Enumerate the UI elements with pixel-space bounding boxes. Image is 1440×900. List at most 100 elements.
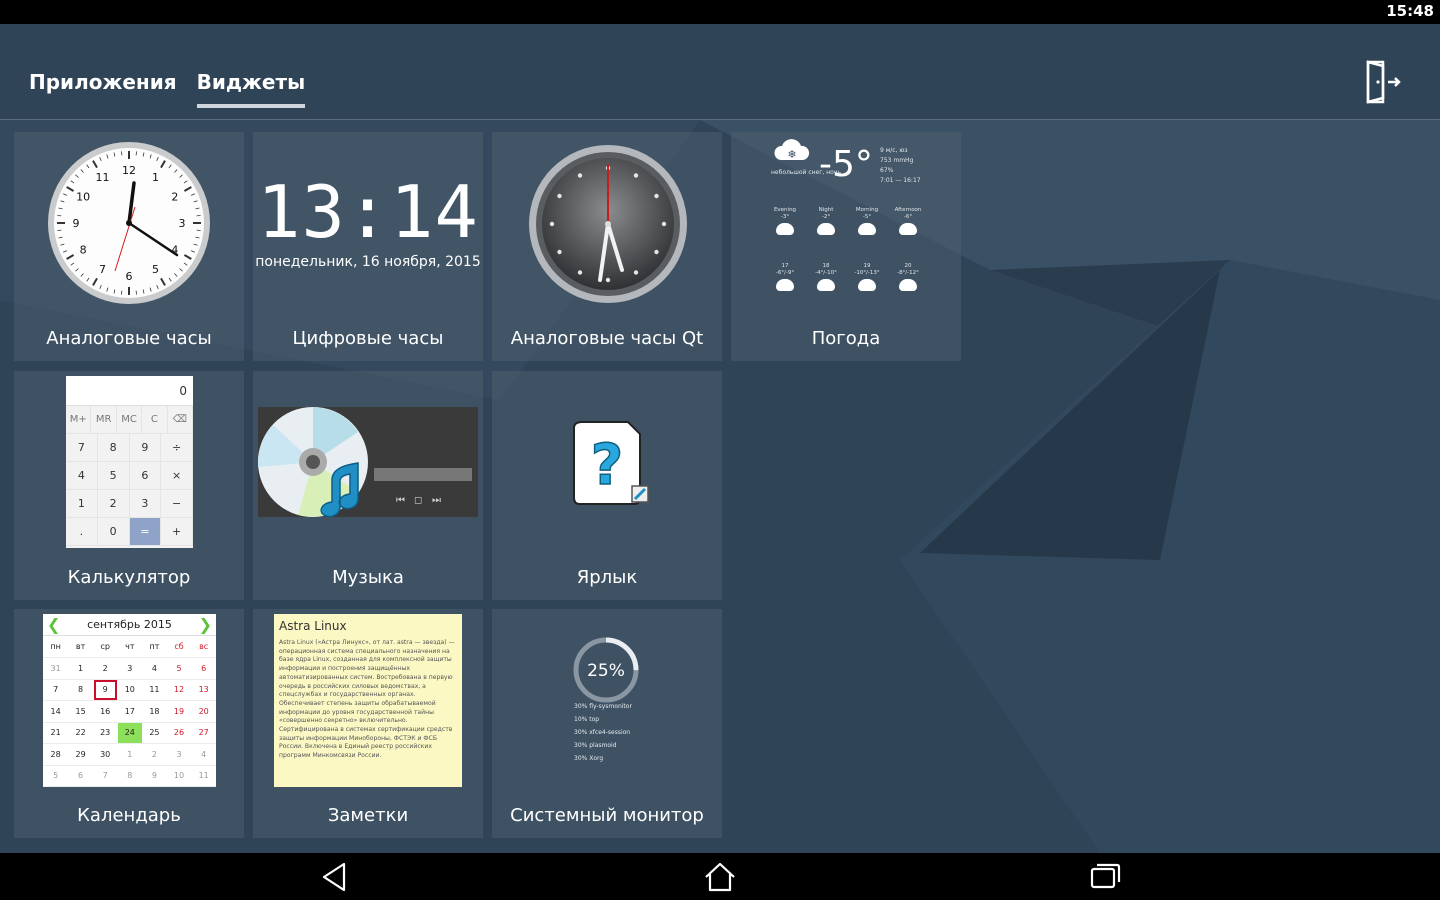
widget-digital-clock[interactable]: 13:14 понедельник, 16 ноября, 2015 Цифро… [253, 132, 483, 361]
widget-label: Аналоговые часы [46, 328, 212, 349]
clock-number: 11 [96, 171, 110, 184]
svg-text:⏮: ⏮ [396, 495, 405, 506]
music-player-preview: ⏮ ◻ ⏭ [257, 407, 478, 518]
widget-calendar[interactable]: ❮ сентябрь 2015 ❯ пн вт ср чт пт сб вс 31 1 2 3 4 5 6… [14, 609, 244, 838]
calc-key: 0 [98, 518, 130, 545]
navigation-bar [0, 853, 1440, 900]
forecast-cell: Night -2° [806, 207, 846, 235]
calendar-day: 7 [43, 679, 69, 701]
svg-text:⏭: ⏭ [432, 495, 441, 506]
back-button[interactable] [318, 861, 354, 893]
svg-text:?: ? [591, 433, 623, 498]
calendar-day: 7 [92, 765, 118, 787]
calendar-day: 26 [166, 722, 192, 744]
clock-number: 1 [152, 171, 159, 184]
clock-number: 10 [76, 191, 90, 204]
calc-key: 2 [98, 490, 130, 517]
snow-cloud-icon [817, 223, 835, 235]
tab-apps[interactable]: Приложения [29, 70, 177, 104]
widget-label: Погода [811, 328, 881, 349]
calendar-day: 27 [191, 722, 216, 744]
svg-text:◻: ◻ [414, 495, 422, 506]
weekday-label: чт [117, 636, 143, 658]
process-list: 30% fly-sysmonitor 10% top 30% xfce4-ses… [574, 700, 632, 765]
clock-number: 3 [179, 217, 186, 230]
exit-button[interactable] [1362, 58, 1410, 106]
calc-key: 1 [66, 490, 98, 517]
clock-number: 12 [122, 164, 136, 177]
calendar-day: 3 [117, 657, 143, 680]
calc-key: ⌫ [168, 406, 194, 433]
recent-apps-button[interactable] [1087, 861, 1123, 893]
widget-label: Музыка [332, 567, 404, 588]
calendar-day: 4 [142, 657, 167, 680]
widget-analog-clock[interactable]: 12 1 2 3 4 5 6 7 8 9 10 11 Аналоговые часы [14, 132, 244, 361]
calc-key: 9 [130, 434, 162, 461]
recent-apps-icon [1090, 863, 1121, 889]
forecast-cell: 17 -6°/-9° [765, 263, 805, 291]
weekday-label: вс [191, 636, 216, 658]
calc-key: M+ [66, 406, 92, 433]
widget-system-monitor[interactable]: 25% 30% fly-sysmonitor 10% top 30% xfce4… [492, 609, 722, 838]
calendar-day: 8 [117, 765, 143, 787]
status-bar: 15:48 [0, 0, 1440, 24]
widget-weather[interactable]: ❄ небольшой снег, ночь -5° 9 м/с, юз 753… [731, 132, 961, 361]
calendar-day: 14 [43, 700, 69, 723]
status-time: 15:48 [1386, 2, 1434, 20]
process-line: 30% Xorg [574, 755, 604, 762]
widget-label: Системный монитор [510, 805, 704, 826]
note-body: Astra Linux («Астра Линукс», от лат. ast… [279, 639, 455, 760]
calendar-day: 12 [166, 679, 192, 701]
weekday-label: сб [166, 636, 192, 658]
weather-humidity: 67% [880, 167, 894, 174]
calculator-display: 0 [66, 376, 193, 406]
calc-key: − [161, 490, 193, 517]
calendar-day: 11 [191, 765, 216, 787]
widget-label: Аналоговые часы Qt [510, 328, 704, 349]
widget-label: Ярлык [576, 567, 638, 588]
weather-sunrise-sunset: 7:01 — 16:17 [880, 177, 921, 184]
calendar-day: 3 [166, 743, 192, 766]
snow-cloud-icon: ❄ [774, 139, 810, 161]
forecast-cell: Morning -5° [847, 207, 887, 235]
snow-cloud-icon [817, 279, 835, 291]
widget-analog-clock-qt[interactable]: Аналоговые часы Qt [492, 132, 722, 361]
weekday-label: вт [68, 636, 93, 658]
svg-text:❄: ❄ [787, 148, 796, 161]
calc-key: 5 [98, 462, 130, 489]
widget-calculator[interactable]: 0 M+ MR MC C ⌫ 7 8 9 ÷ 4 5 6 × 1 2 3−. 0 = + Калькулятор [14, 371, 244, 600]
snow-cloud-icon [858, 279, 876, 291]
calc-key: . [66, 518, 98, 545]
calc-key: × [161, 462, 193, 489]
calendar-day: 9 [142, 765, 167, 787]
calendar-day: 30 [92, 743, 118, 766]
clock-number: 9 [73, 217, 80, 230]
home-button[interactable] [702, 861, 738, 893]
calendar-day: 10 [117, 679, 143, 701]
widget-label: Заметки [327, 805, 409, 826]
calendar-day: 28 [43, 743, 69, 766]
calendar-day: 10 [166, 765, 192, 787]
forecast-cell: 19 -10°/-13° [847, 263, 887, 291]
clock-number: 6 [126, 270, 133, 283]
door-exit-icon [1366, 60, 1401, 104]
header-divider [0, 119, 1440, 120]
calc-key: MC [117, 406, 143, 433]
forecast-cell: Evening -3° [765, 207, 805, 235]
weekday-label: пн [43, 636, 69, 658]
calendar-day: 9 [92, 679, 118, 701]
widget-music[interactable]: ⏮ ◻ ⏭ Музыка [253, 371, 483, 600]
calc-key: MR [91, 406, 117, 433]
tab-widgets[interactable]: Виджеты [196, 70, 305, 108]
calendar-day: 23 [92, 722, 118, 744]
calculator-preview: 0 M+ MR MC C ⌫ 7 8 9 ÷ 4 5 6 × 1 2 3−. 0 = + [66, 376, 194, 548]
widget-notes[interactable]: Astra Linux Astra Linux («Астра Линукс»,… [253, 609, 483, 838]
calendar-day: 11 [142, 679, 167, 701]
digital-clock-date: понедельник, 16 ноября, 2015 [255, 254, 481, 270]
home-icon [705, 862, 735, 892]
next-month-icon: ❯ [198, 615, 212, 634]
unknown-file-icon: ? [573, 421, 649, 505]
digital-clock-time: 13:14 [257, 170, 479, 254]
calendar-day: 4 [191, 743, 216, 766]
widget-shortcut[interactable]: ? Ярлык [492, 371, 722, 600]
